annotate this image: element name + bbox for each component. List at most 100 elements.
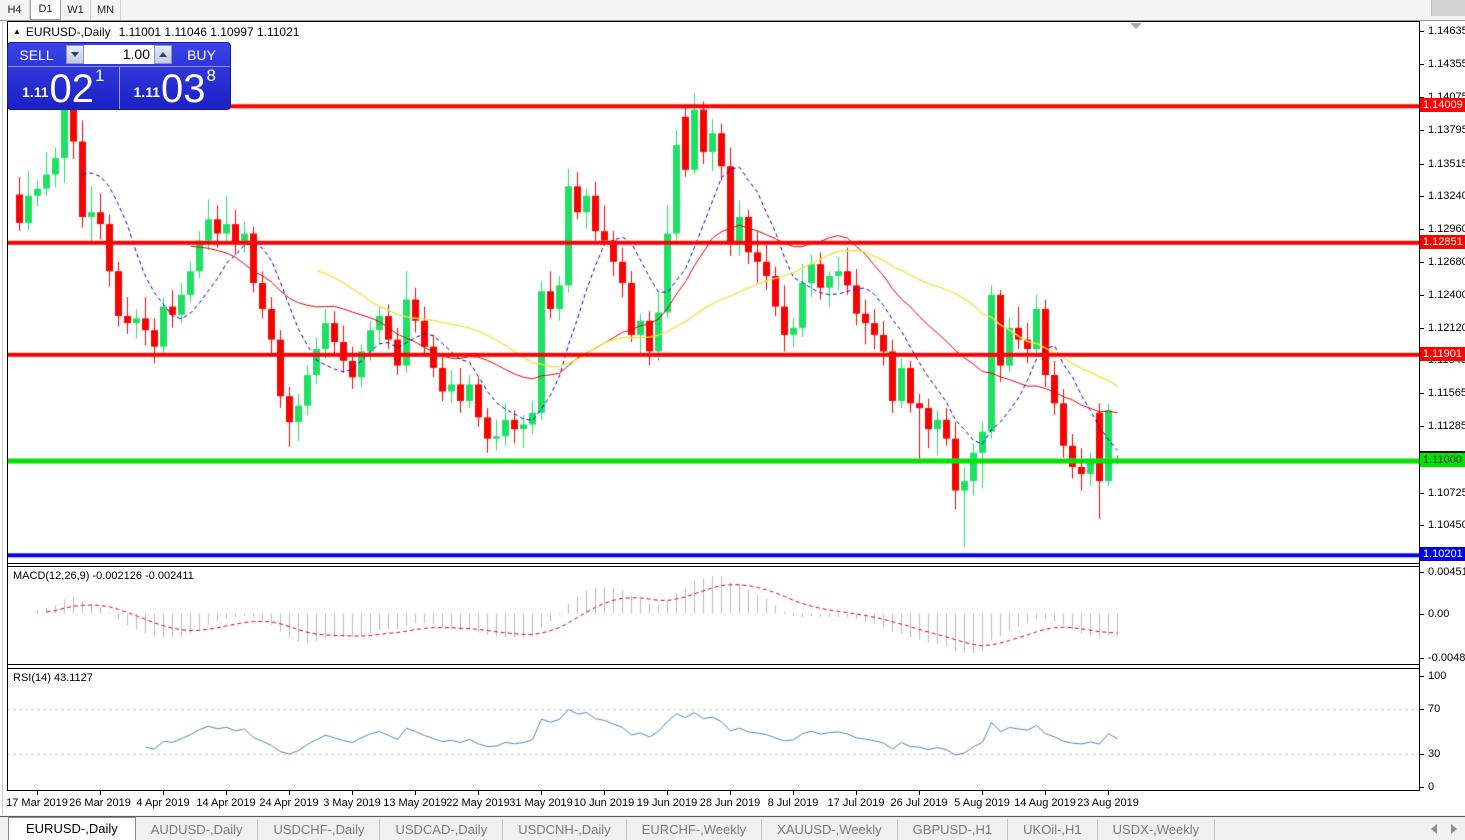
timeframe-toolbar: H4 D1 W1 MN — [0, 0, 1465, 21]
date-axis-label: 22 May 2019 — [446, 797, 510, 809]
price-axis-label: 1.11285 — [1428, 420, 1465, 433]
symbol-tab-gbpusd[interactable]: GBPUSD-,H1 — [898, 819, 1009, 840]
symbol-tab-usdx[interactable]: USDX-,Weekly — [1098, 819, 1216, 840]
rsi-axis-tick — [1419, 753, 1424, 755]
date-axis-tick — [856, 791, 857, 795]
window-left-edge — [2, 21, 3, 815]
date-axis-label: 26 Mar 2019 — [69, 797, 131, 809]
sell-button[interactable]: SELL — [8, 47, 65, 63]
date-axis-label: 14 Aug 2019 — [1014, 797, 1076, 809]
price-axis-tick — [1419, 426, 1424, 428]
price-axis-tick — [1419, 492, 1424, 494]
timeframe-button-mn[interactable]: MN — [91, 0, 121, 20]
date-axis-label: 14 Apr 2019 — [196, 797, 256, 809]
buy-price[interactable]: 1.11 03 8 — [118, 66, 231, 112]
plot-border-left — [7, 21, 8, 791]
date-axis-tick — [1108, 791, 1109, 795]
date-axis-tick — [163, 791, 164, 795]
macd-axis-label: 0.00 — [1428, 607, 1450, 620]
tab-scroll-right-icon[interactable] — [1451, 824, 1457, 834]
price-axis-label: 1.14355 — [1428, 58, 1465, 71]
price-axis-tick — [1419, 163, 1424, 165]
symbol-tab-eurusd[interactable]: EURUSD-,Daily — [8, 817, 136, 840]
price-axis-label: 1.13240 — [1428, 189, 1465, 202]
price-axis-tick — [1419, 31, 1424, 33]
date-axis-label: 4 Apr 2019 — [136, 797, 190, 809]
mt4-window: H4 D1 W1 MN ▲ EURUSD-,Daily 1.11001 1.11046 1… — [0, 0, 1465, 840]
chart-title: ▲ EURUSD-,Daily 1.11001 1.11046 1.10997 1.… — [13, 25, 299, 39]
symbol-tab-ukoil[interactable]: UKOil-,H1 — [1008, 819, 1098, 840]
price-axis-label: 1.13515 — [1428, 157, 1465, 170]
date-axis-tick — [919, 791, 920, 795]
timeframe-button-h4[interactable]: H4 — [0, 0, 30, 20]
price-tag-1.14009: 1.14009 — [1420, 98, 1465, 113]
price-axis-label: 1.14635 — [1428, 25, 1465, 38]
date-axis-tick — [352, 791, 353, 795]
date-axis-label: 19 Jun 2019 — [636, 797, 698, 809]
timeframe-button-w1[interactable]: W1 — [61, 0, 91, 20]
date-axis-label: 24 Apr 2019 — [259, 797, 319, 809]
date-axis-tick — [37, 791, 38, 795]
chart-collapse-triangle-icon[interactable]: ▲ — [13, 27, 21, 36]
price-axis-tick — [1419, 130, 1424, 132]
chart-shift-marker-icon[interactable] — [1130, 23, 1142, 29]
date-axis-label: 3 May 2019 — [323, 797, 381, 809]
date-axis-tick — [667, 791, 668, 795]
symbol-tab-usdcad[interactable]: USDCAD-,Daily — [380, 819, 504, 840]
symbol-tab-usdcnh[interactable]: USDCNH-,Daily — [503, 819, 627, 840]
price-axis-label: 1.12680 — [1428, 255, 1465, 268]
price-axis-label: 1.12120 — [1428, 322, 1465, 335]
date-axis-label: 17 Jul 2019 — [827, 797, 885, 809]
sell-price-sup: 1 — [95, 66, 105, 85]
macd-indicator-label: MACD(12,26,9) -0.002126 -0.002411 — [13, 570, 194, 582]
symbol-tab-audusd[interactable]: AUDUSD-,Daily — [136, 819, 259, 840]
sell-price-prefix: 1.11 — [22, 84, 49, 100]
symbol-tab-usdchf[interactable]: USDCHF-,Daily — [258, 819, 381, 840]
buy-button[interactable]: BUY — [173, 47, 230, 63]
price-axis-label: 1.12400 — [1428, 289, 1465, 301]
symbol-tab-xauusd[interactable]: XAUUSD-,Weekly — [762, 819, 898, 840]
rsi-axis-label: 70 — [1428, 703, 1441, 716]
macd-rsi-divider-b — [7, 668, 1420, 669]
date-axis-tick — [541, 791, 542, 795]
sell-price[interactable]: 1.11 02 1 — [8, 66, 119, 109]
price-axis-label: 1.10450 — [1428, 518, 1465, 531]
rsi-axis-label: 0 — [1428, 781, 1435, 793]
triangle-down-icon — [71, 52, 79, 57]
volume-increase-button[interactable] — [154, 45, 172, 64]
date-axis-label: 28 Jun 2019 — [699, 797, 761, 809]
date-axis-tick — [604, 791, 605, 795]
date-axis-label: 8 Jul 2019 — [767, 797, 819, 809]
main-macd-divider-a — [7, 563, 1420, 564]
buy-price-big: 03 — [161, 67, 206, 112]
price-axis-tick — [1419, 64, 1424, 66]
date-axis-tick — [1045, 791, 1046, 795]
price-tag-1.11901: 1.11901 — [1420, 346, 1465, 361]
plot-border-top — [7, 21, 1420, 22]
date-axis-label: 5 Aug 2019 — [954, 797, 1010, 809]
price-tag-1.10201: 1.10201 — [1420, 547, 1465, 562]
volume-decrease-button[interactable] — [66, 45, 84, 64]
toolbar-corner — [1431, 0, 1465, 16]
date-axis-tick — [730, 791, 731, 795]
tab-scroll-left-icon[interactable] — [1431, 824, 1437, 834]
price-axis-tick — [1419, 228, 1424, 230]
date-axis-label: 10 Jun 2019 — [573, 797, 635, 809]
macd-panel-canvas[interactable] — [7, 567, 1419, 664]
triangle-up-icon — [159, 52, 167, 57]
macd-axis-label: -0.004806 — [1428, 651, 1465, 664]
volume-input[interactable]: 1.00 — [84, 45, 154, 64]
price-axis-label: 1.11565 — [1428, 387, 1465, 400]
macd-axis-label: 0.004517 — [1428, 566, 1465, 578]
price-axis-tick — [1419, 295, 1424, 296]
symbol-tab-eurchf[interactable]: EURCHF-,Weekly — [627, 819, 763, 840]
rsi-panel-canvas[interactable] — [7, 669, 1419, 790]
rsi-axis-label: 100 — [1428, 670, 1447, 682]
date-axis-label: 26 Jul 2019 — [890, 797, 948, 809]
chart-ohlc-values: 1.11001 1.11046 1.10997 1.11021 — [118, 25, 300, 39]
timeframe-button-d1[interactable]: D1 — [30, 0, 61, 20]
plot-border-bottom — [7, 790, 1420, 791]
rsi-axis-label: 30 — [1428, 747, 1441, 760]
date-axis-label: 31 May 2019 — [509, 797, 573, 809]
macd-axis-tick — [1419, 657, 1424, 659]
